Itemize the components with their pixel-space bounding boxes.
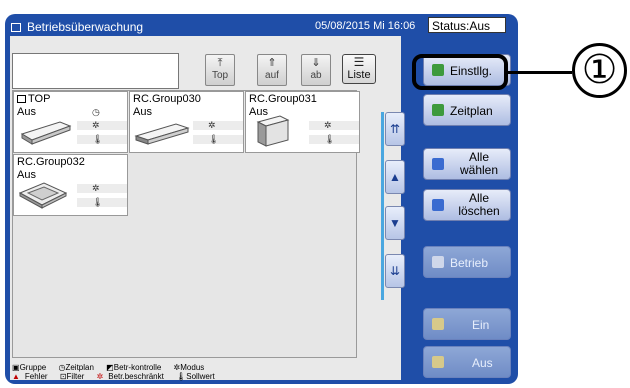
top-button-label: Top [211,70,229,81]
legend-fehler: ▲ Fehler [12,372,48,381]
unit-name: RC.Group032 [17,156,85,168]
list-icon: ☰ [353,55,365,69]
setpoint-icon: 🌡︎ [324,134,336,144]
legend-filter: ⊡Filter [59,372,85,381]
scroll-bottom-button[interactable]: ⇊ [385,254,405,288]
setpoint-icon: 🌡︎ [92,134,104,144]
schedule-button-label: Zeitplan [450,104,493,118]
mode-icon: ✲ [92,183,100,193]
legend-betr-kontrolle: ◩Betr-kontrolle [106,363,162,372]
select-all-label: Alle wählen [459,150,499,177]
legend-sollwert: 🌡︎Sollwert [176,372,215,381]
on-button[interactable]: Ein [423,308,511,340]
down-icon: ▼ [389,216,401,230]
operation-icon [432,256,444,268]
icon-legend: ▣Gruppe ◷Zeitplan ◩Betr-kontrolle ✲Modus… [12,363,225,381]
callout-number: ① [572,43,627,98]
down-button[interactable]: ⇓ ab [301,54,331,86]
unit-tile-rc-group030[interactable]: RC.Group030 Aus ✲ 🌡︎ [129,91,244,153]
status-display: Status:Aus [428,17,506,33]
up-icon: ▲ [389,170,401,184]
operation-button[interactable]: Betrieb [423,246,511,278]
double-up-icon: ⇈ [389,122,401,136]
calendar-icon [432,104,444,116]
operation-button-label: Betrieb [450,256,489,270]
scroll-track[interactable] [381,112,384,300]
callout-line [508,71,572,74]
window-title-text: Betriebsüberwachung [27,20,144,34]
deselect-all-icon [432,199,444,211]
floor-unit-icon [256,115,290,147]
down-button-label: ab [310,70,322,81]
group-icon [17,95,26,104]
mode-icon: ✲ [208,120,216,130]
on-button-label: Ein [472,318,490,332]
wall-unit-icon [20,121,72,145]
ceiling-unit-icon [134,123,190,145]
legend-modus: ✲Modus [173,363,205,372]
scroll-top-button[interactable]: ⇈ [385,112,405,146]
unit-name: TOP [17,93,50,105]
cassette-unit-icon [18,182,68,209]
unit-name: RC.Group031 [249,93,317,105]
on-icon [432,318,444,330]
off-button[interactable]: Aus [423,346,511,378]
unit-tile-rc-group031[interactable]: RC.Group031 Aus ✲ 🌡︎ [245,91,360,153]
arrow-up-icon: ⇑ [267,57,277,69]
setpoint-icon: 🌡︎ [92,197,104,207]
mode-icon: ✲ [92,120,100,130]
up-button-label: auf [265,70,279,81]
window-icon [11,22,21,32]
mode-icon: ✲ [324,120,332,130]
up-button[interactable]: ⇑ auf [257,54,287,86]
schedule-button[interactable]: Zeitplan [423,94,511,126]
unit-state: Aus [17,106,36,118]
schedule-icon: ◷ [92,107,100,117]
legend-betr-beschraenkt: ✲ Betr.beschränkt [96,372,164,381]
datetime: 05/08/2015 Mi 16:06 [315,20,416,32]
search-input[interactable] [12,53,179,89]
arrow-top-icon: ⤒ [217,57,223,69]
unit-tile-top[interactable]: TOP Aus ◷ ✲ 🌡︎ [13,91,128,153]
list-button[interactable]: ☰ Liste [342,54,376,84]
legend-zeitplan: ◷Zeitplan [58,363,94,372]
off-button-label: Aus [472,356,493,370]
setpoint-icon: 🌡︎ [208,134,220,144]
unit-state: Aus [133,106,152,118]
scroll-down-button[interactable]: ▼ [385,206,405,240]
unit-state: Aus [17,169,36,181]
unit-grid: TOP Aus ◷ ✲ 🌡︎ RC.Group030 Aus ✲ 🌡︎ RC.G… [12,90,360,358]
top-button[interactable]: ⤒ Top [205,54,235,86]
list-button-label: Liste [347,69,371,81]
off-icon [432,356,444,368]
unit-name: RC.Group030 [133,93,201,105]
select-all-icon [432,158,444,170]
select-all-button[interactable]: Alle wählen [423,148,511,180]
callout-highlight [412,54,508,90]
window-title: Betriebsüberwachung [11,18,143,36]
deselect-all-button[interactable]: Alle löschen [423,189,511,221]
double-down-icon: ⇊ [389,264,401,278]
arrow-down-icon: ⇓ [311,57,321,69]
scroll-up-button[interactable]: ▲ [385,160,405,194]
deselect-all-label: Alle löschen [458,191,500,218]
unit-tile-rc-group032[interactable]: RC.Group032 Aus ✲ 🌡︎ [13,154,128,216]
main-panel: ⤒ Top ⇑ auf ⇓ ab ☰ Liste TOP Aus ◷ ✲ 🌡︎ … [10,36,405,381]
legend-gruppe: ▣Gruppe [12,363,47,372]
